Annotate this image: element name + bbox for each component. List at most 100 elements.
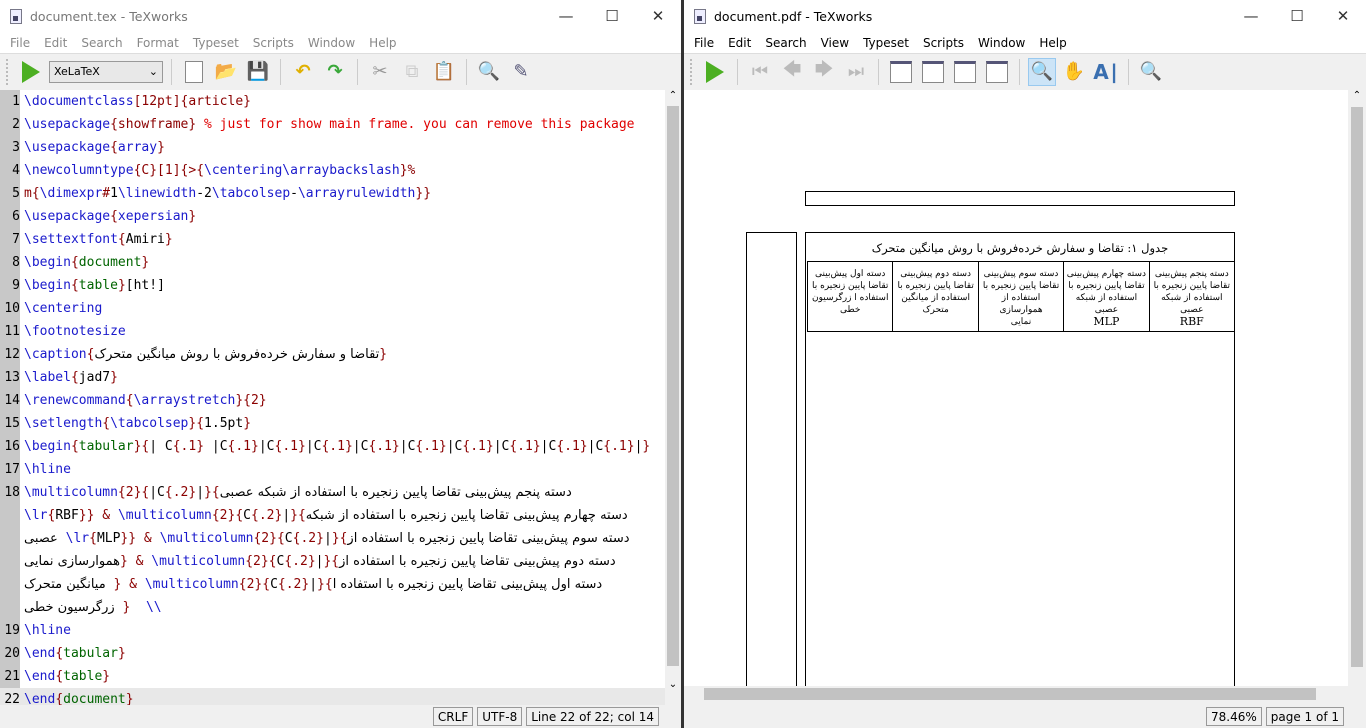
scroll-up-icon[interactable]: ⌃ xyxy=(1348,90,1366,101)
code-line[interactable]: 13 \label{jad7} xyxy=(0,366,665,389)
scrollbar-thumb[interactable] xyxy=(704,688,1316,700)
code-token: table xyxy=(63,669,103,684)
editor-vertical-scrollbar[interactable]: ⌃ ⌄ xyxy=(665,90,681,690)
code-token: { xyxy=(55,669,64,684)
code-line[interactable]: 19 \hline xyxy=(0,619,665,642)
menu-typeset[interactable]: Typeset xyxy=(856,36,916,50)
next-page-button[interactable]: 🡆 xyxy=(810,58,838,86)
code-line[interactable]: 22 \end{document} xyxy=(0,688,665,705)
scroll-down-icon[interactable]: ⌄ xyxy=(665,679,681,690)
menu-typeset[interactable]: Typeset xyxy=(186,36,246,50)
source-editor[interactable]: 1 \documentclass[12pt]{article} 2 \usepacka… xyxy=(0,90,665,705)
menu-file[interactable]: File xyxy=(3,36,37,50)
scrollbar-thumb[interactable] xyxy=(1351,107,1363,667)
code-token: {.1} xyxy=(462,439,494,454)
redo-button[interactable]: ↷ xyxy=(321,58,349,86)
paste-button[interactable]: 📋 xyxy=(430,58,458,86)
code-line[interactable]: 20 \end{tabular} xyxy=(0,642,665,665)
pdf-viewer[interactable]: جدول ۱: تقاضا و سفارش خرده‌فروش با روش م… xyxy=(684,90,1348,686)
fit-width-button[interactable] xyxy=(919,58,947,86)
menu-scripts[interactable]: Scripts xyxy=(916,36,971,50)
menu-edit[interactable]: Edit xyxy=(37,36,74,50)
encoding-indicator[interactable]: UTF-8 xyxy=(477,707,523,726)
code-line[interactable]: 7 \settextfont{Amiri} xyxy=(0,228,665,251)
code-line[interactable]: 14 \renewcommand{\arraystretch}{2} xyxy=(0,389,665,412)
find-button[interactable]: 🔍 xyxy=(1137,58,1165,86)
menu-format[interactable]: Format xyxy=(130,36,186,50)
maximize-button[interactable]: ☐ xyxy=(1274,0,1320,32)
code-line[interactable]: 5 m{\dimexpr#1\linewidth-2\tabcolsep-\arr… xyxy=(0,182,665,205)
find-button[interactable]: 🔍 xyxy=(475,58,503,86)
prev-page-button[interactable]: 🡄 xyxy=(778,58,806,86)
close-button[interactable]: ✕ xyxy=(1320,0,1366,32)
copy-button[interactable]: ⧉ xyxy=(398,58,426,86)
code-line[interactable]: 18 \multicolumn{2}{|C{.2}|}{دسته پنجم پیش… xyxy=(0,481,665,504)
minimize-button[interactable]: — xyxy=(1228,0,1274,32)
code-line[interactable]: 16 \begin{tabular}{| C{.1} |C{.1}|C{.1}|C… xyxy=(0,435,665,458)
fit-window-button[interactable] xyxy=(983,58,1011,86)
first-page-button[interactable]: ⏮ xyxy=(746,58,774,86)
menu-file[interactable]: File xyxy=(687,36,721,50)
menu-edit[interactable]: Edit xyxy=(721,36,758,50)
menu-help[interactable]: Help xyxy=(1032,36,1073,50)
close-button[interactable]: ✕ xyxy=(635,0,681,32)
cut-button[interactable]: ✂ xyxy=(366,58,394,86)
open-button[interactable]: 📂 xyxy=(212,58,240,86)
typeset-button[interactable] xyxy=(701,58,729,86)
minimize-button[interactable]: — xyxy=(543,0,589,32)
code-line[interactable]: 1 \documentclass[12pt]{article} xyxy=(0,90,665,113)
code-line[interactable]: \lr{RBF}} & \multicolumn{2}{C{.2}|}{دسته… xyxy=(0,504,665,527)
code-token: {2}{ xyxy=(253,531,285,546)
menu-view[interactable]: View xyxy=(814,36,856,50)
editor-window: document.tex - TeXworks — ☐ ✕ File Edit Se… xyxy=(0,0,681,728)
code-token: |C xyxy=(587,439,604,454)
save-button[interactable]: 💾 xyxy=(244,58,272,86)
pdf-vertical-scrollbar[interactable]: ⌃ xyxy=(1348,90,1366,686)
toolbar-grip[interactable] xyxy=(6,58,9,85)
code-line[interactable]: میانگین متحرک } & \multicolumn{2}{C{.2}|… xyxy=(0,573,665,596)
engine-select[interactable]: XeLaTeX ⌄ xyxy=(49,60,163,83)
pdf-horizontal-scrollbar[interactable] xyxy=(684,686,1348,702)
magnify-tool-button[interactable]: 🔍 xyxy=(1028,57,1056,86)
typeset-button[interactable] xyxy=(17,58,45,86)
code-line[interactable]: 10 \centering xyxy=(0,297,665,320)
replace-button[interactable]: ✎ xyxy=(507,58,535,86)
menu-search[interactable]: Search xyxy=(758,36,813,50)
menu-window[interactable]: Window xyxy=(971,36,1032,50)
scroll-tool-button[interactable]: ✋ xyxy=(1060,58,1088,86)
code-line[interactable]: 21 \end{table} xyxy=(0,665,665,688)
menu-scripts[interactable]: Scripts xyxy=(246,36,301,50)
line-ending-indicator[interactable]: CRLF xyxy=(432,707,474,726)
code-line[interactable]: هموارسازی نمایی} & \multicolumn{2}{C{.2}… xyxy=(0,550,665,573)
new-button[interactable] xyxy=(180,58,208,86)
page-indicator[interactable]: page 1 of 1 xyxy=(1265,707,1344,726)
maximize-button[interactable]: ☐ xyxy=(589,0,635,32)
code-line[interactable]: 9 \begin{table}[ht!] xyxy=(0,274,665,297)
code-line[interactable]: زرگرسیون خطی } \\ xyxy=(0,596,665,619)
zoom-level[interactable]: 78.46% xyxy=(1205,707,1262,726)
scrollbar-thumb[interactable] xyxy=(667,106,679,666)
menu-search[interactable]: Search xyxy=(74,36,129,50)
code-line[interactable]: 4 \newcolumntype{C}[1]{>{\centering\array… xyxy=(0,159,665,182)
code-line[interactable]: 15 \setlength{\tabcolsep}{1.5pt} xyxy=(0,412,665,435)
actual-size-button[interactable] xyxy=(887,58,915,86)
last-page-button[interactable]: ⏭ xyxy=(842,58,870,86)
code-line[interactable]: 12 \caption{تقاضا و سفارش خرده‌فروش با رو… xyxy=(0,343,665,366)
cursor-position[interactable]: Line 22 of 22; col 14 xyxy=(526,707,659,726)
code-line[interactable]: 3 \usepackage{array} xyxy=(0,136,665,159)
code-token: \arrayrulewidth xyxy=(297,186,416,201)
code-line[interactable]: 8 \begin{document} xyxy=(0,251,665,274)
menu-window[interactable]: Window xyxy=(301,36,362,50)
toolbar-grip[interactable] xyxy=(690,58,693,85)
undo-button[interactable]: ↶ xyxy=(289,58,317,86)
code-line[interactable]: 2 \usepackage{showframe} % just for show … xyxy=(0,113,665,136)
scroll-up-icon[interactable]: ⌃ xyxy=(665,90,681,101)
select-text-button[interactable]: A∣ xyxy=(1092,58,1120,86)
code-line[interactable]: 11 \footnotesize xyxy=(0,320,665,343)
code-line[interactable]: 6 \usepackage{xepersian} xyxy=(0,205,665,228)
menu-help[interactable]: Help xyxy=(362,36,403,50)
code-line[interactable]: عصبی \lr{MLP}} & \multicolumn{2}{C{.2}|}… xyxy=(0,527,665,550)
fit-page-button[interactable] xyxy=(951,58,979,86)
cell-text-line: دسته اول پیش‌بینی xyxy=(815,269,886,279)
code-line[interactable]: 17 \hline xyxy=(0,458,665,481)
